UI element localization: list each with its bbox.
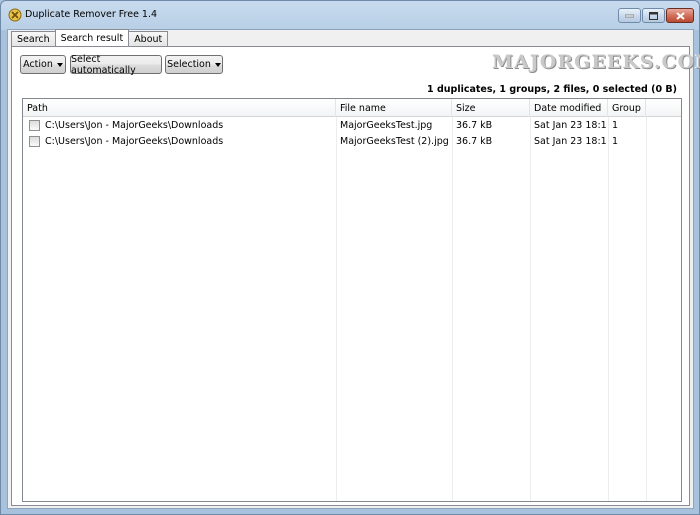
row-checkbox[interactable] bbox=[29, 120, 40, 131]
dropdown-arrow-icon bbox=[56, 62, 63, 67]
app-icon bbox=[8, 8, 22, 22]
row-checkbox[interactable] bbox=[29, 136, 40, 147]
cell-size: 36.7 kB bbox=[456, 136, 493, 147]
maximize-icon bbox=[649, 11, 658, 20]
app-window: Duplicate Remover Free 1.4 Search Search… bbox=[0, 0, 700, 515]
cell-file-name: MajorGeeksTest.jpg bbox=[340, 120, 433, 131]
column-header-size[interactable]: Size bbox=[452, 99, 530, 117]
cell-group: 1 bbox=[612, 136, 619, 147]
action-button-label: Action bbox=[23, 59, 53, 70]
cell-path: C:\Users\Jon - MajorGeeks\Downloads bbox=[45, 120, 224, 131]
table-row[interactable]: C:\Users\Jon - MajorGeeks\Downloads Majo… bbox=[23, 118, 681, 133]
maximize-button[interactable] bbox=[642, 8, 665, 23]
cell-path: C:\Users\Jon - MajorGeeks\Downloads bbox=[45, 136, 224, 147]
client-area: Search Search result About Action Select… bbox=[7, 29, 700, 509]
select-automatically-button[interactable]: Select automatically bbox=[70, 54, 162, 76]
column-divider bbox=[646, 117, 647, 501]
minimize-button[interactable] bbox=[618, 8, 641, 23]
column-divider bbox=[336, 117, 337, 501]
tab-about[interactable]: About bbox=[128, 31, 169, 47]
results-list[interactable]: Path File name Size Date modified Group … bbox=[22, 98, 682, 502]
list-header: Path File name Size Date modified Group bbox=[23, 99, 681, 117]
selection-button-label: Selection bbox=[167, 59, 211, 70]
column-header-group[interactable]: Group bbox=[608, 99, 646, 117]
selection-button[interactable]: Selection bbox=[165, 55, 223, 74]
close-button[interactable] bbox=[666, 8, 694, 23]
column-header-file-name[interactable]: File name bbox=[336, 99, 452, 117]
cell-date-modified: Sat Jan 23 18:1... bbox=[534, 136, 606, 147]
dropdown-arrow-icon bbox=[214, 62, 221, 67]
column-header-date-modified[interactable]: Date modified bbox=[530, 99, 608, 117]
minimize-icon bbox=[625, 14, 634, 17]
tab-strip: Search Search result About bbox=[11, 29, 169, 47]
results-summary: 1 duplicates, 1 groups, 2 files, 0 selec… bbox=[427, 84, 677, 95]
column-divider bbox=[452, 117, 453, 501]
tab-search-result[interactable]: Search result bbox=[54, 29, 130, 46]
title-bar[interactable]: Duplicate Remover Free 1.4 bbox=[1, 1, 699, 29]
column-divider bbox=[530, 117, 531, 501]
column-divider bbox=[608, 117, 609, 501]
action-button[interactable]: Action bbox=[20, 55, 66, 74]
cell-date-modified: Sat Jan 23 18:1... bbox=[534, 120, 606, 131]
close-icon bbox=[675, 11, 685, 20]
column-header-path[interactable]: Path bbox=[23, 99, 336, 117]
majorgeeks-watermark: MAJORGEEKS.COM bbox=[492, 51, 700, 73]
table-row[interactable]: C:\Users\Jon - MajorGeeks\Downloads Majo… bbox=[23, 134, 681, 149]
cell-file-name: MajorGeeksTest (2).jpg bbox=[340, 136, 449, 147]
window-title: Duplicate Remover Free 1.4 bbox=[25, 9, 158, 20]
cell-group: 1 bbox=[612, 120, 619, 131]
search-result-panel: Action Select automatically Selection MA… bbox=[11, 46, 700, 506]
tab-search[interactable]: Search bbox=[11, 31, 56, 47]
cell-size: 36.7 kB bbox=[456, 120, 493, 131]
